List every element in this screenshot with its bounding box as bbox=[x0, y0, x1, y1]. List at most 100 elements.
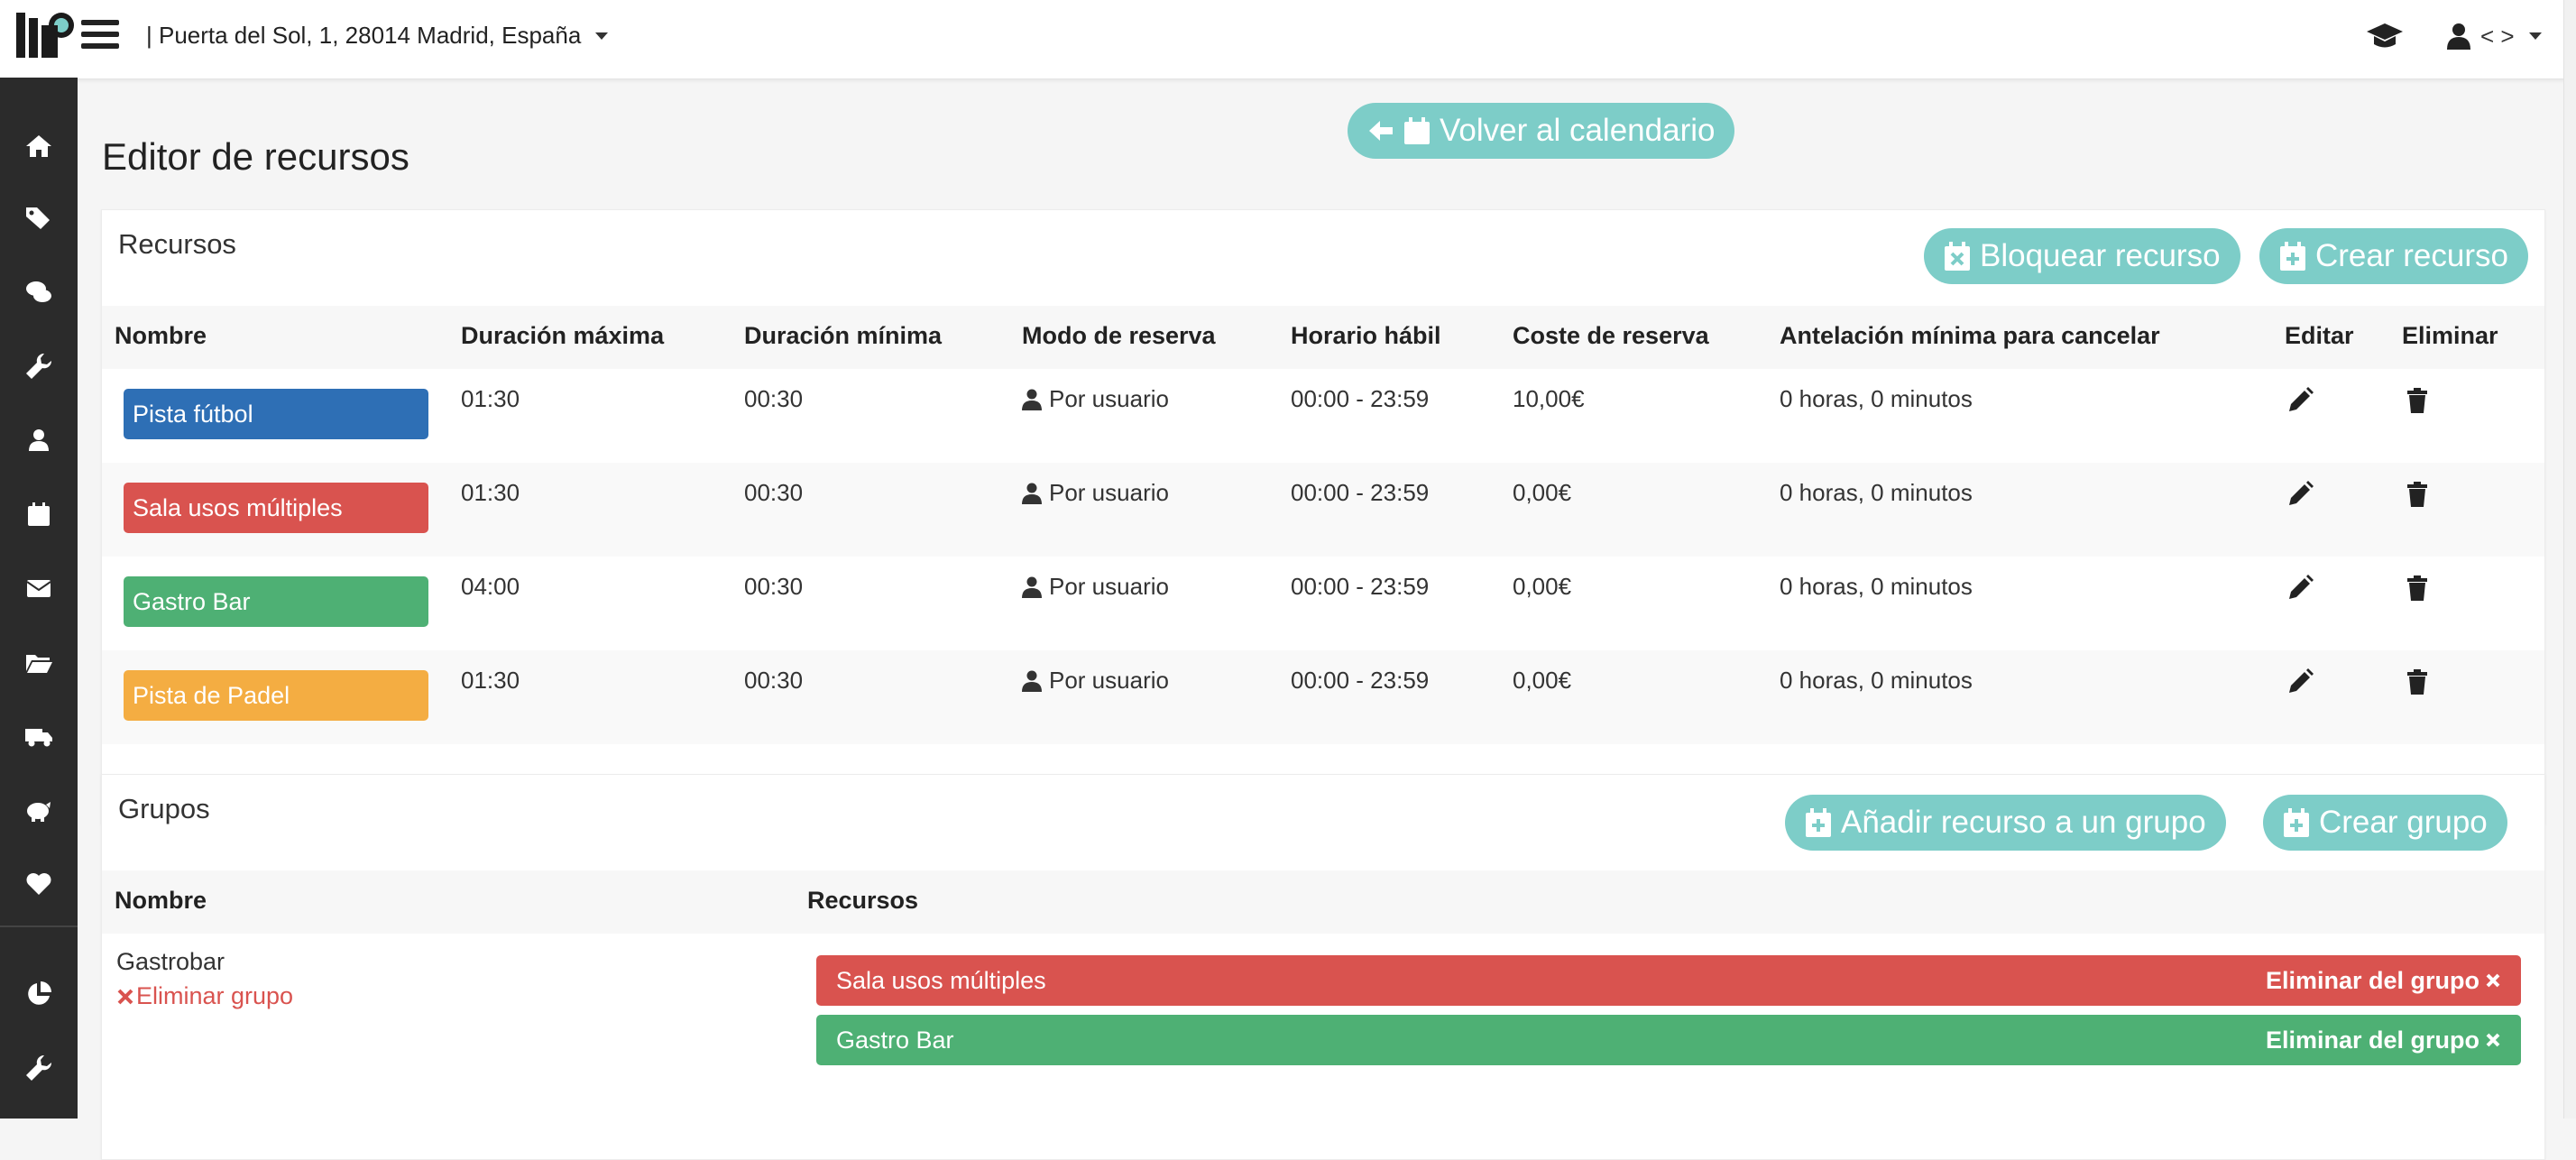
edit-pencil-icon[interactable] bbox=[2286, 575, 2314, 602]
booking-mode: Por usuario bbox=[1022, 385, 1169, 413]
remove-from-group-label: Eliminar del grupo bbox=[2265, 966, 2479, 994]
booking-cost: 0,00€ bbox=[1513, 479, 1572, 506]
resource-badge[interactable]: Gastro Bar bbox=[124, 576, 428, 627]
booking-mode-label: Por usuario bbox=[1049, 385, 1169, 412]
booking-mode-label: Por usuario bbox=[1049, 667, 1169, 694]
resource-badge[interactable]: Pista fútbol bbox=[124, 389, 428, 439]
resources-title: Recursos bbox=[118, 228, 236, 260]
trash-icon[interactable] bbox=[2404, 668, 2431, 695]
arrow-left-icon bbox=[1369, 121, 1393, 141]
back-to-calendar-label: Volver al calendario bbox=[1440, 113, 1716, 148]
back-to-calendar-button[interactable]: Volver al calendario bbox=[1348, 103, 1735, 159]
users-icon[interactable] bbox=[0, 408, 78, 473]
booking-mode: Por usuario bbox=[1022, 479, 1169, 507]
wrench-icon[interactable] bbox=[0, 334, 78, 399]
table-row: Gastrobar Eliminar grupo Sala usos múlti… bbox=[102, 934, 2544, 1132]
resource-badge[interactable]: Pista de Padel bbox=[124, 670, 428, 721]
column-header: Eliminar bbox=[2402, 322, 2498, 349]
create-resource-button[interactable]: Crear recurso bbox=[2259, 228, 2528, 284]
menu-toggle-icon[interactable] bbox=[81, 20, 119, 52]
delete-group-link[interactable]: Eliminar grupo bbox=[116, 982, 293, 1010]
group-member-name: Sala usos múltiples bbox=[836, 966, 1046, 994]
column-header: Duración mínima bbox=[744, 322, 943, 349]
user-icon bbox=[1022, 389, 1042, 410]
resource-badge[interactable]: Sala usos múltiples bbox=[124, 483, 428, 533]
edit-pencil-icon[interactable] bbox=[2286, 387, 2314, 414]
cancel-notice: 0 horas, 0 minutos bbox=[1780, 479, 1973, 506]
business-hours: 00:00 - 23:59 bbox=[1291, 667, 1430, 694]
create-group-label: Crear grupo bbox=[2319, 805, 2488, 840]
graduation-cap-icon[interactable] bbox=[2367, 20, 2403, 52]
group-member-chip: Sala usos múltiples Eliminar del grupo bbox=[816, 955, 2521, 1006]
folder-open-icon[interactable] bbox=[0, 630, 78, 695]
block-resource-button[interactable]: Bloquear recurso bbox=[1924, 228, 2240, 284]
user-icon bbox=[1022, 576, 1042, 598]
envelope-icon[interactable] bbox=[0, 556, 78, 621]
trash-icon[interactable] bbox=[2404, 387, 2431, 414]
min-duration: 00:30 bbox=[744, 573, 804, 600]
location-selector[interactable]: | Puerta del Sol, 1, 28014 Madrid, Españ… bbox=[146, 22, 609, 50]
main-content: Editor de recursos Volver al calendario … bbox=[78, 79, 2563, 1160]
tags-icon[interactable] bbox=[0, 186, 78, 251]
column-header: Editar bbox=[2285, 322, 2354, 349]
truck-icon[interactable] bbox=[0, 704, 78, 769]
column-header: Nombre bbox=[115, 322, 207, 349]
scrollbar[interactable] bbox=[2563, 0, 2576, 1119]
block-resource-label: Bloquear recurso bbox=[1980, 238, 2221, 273]
booking-cost: 10,00€ bbox=[1513, 385, 1585, 412]
trash-icon[interactable] bbox=[2404, 481, 2431, 508]
max-duration: 01:30 bbox=[461, 479, 520, 506]
max-duration: 01:30 bbox=[461, 667, 520, 694]
edit-pencil-icon[interactable] bbox=[2286, 481, 2314, 508]
calendar-icon[interactable] bbox=[0, 482, 78, 547]
cancel-notice: 0 horas, 0 minutos bbox=[1780, 573, 1973, 600]
min-duration: 00:30 bbox=[744, 479, 804, 506]
column-header: Antelación mínima para cancelar bbox=[1780, 322, 2160, 349]
groups-title: Grupos bbox=[118, 793, 210, 824]
pie-chart-icon[interactable] bbox=[0, 962, 78, 1027]
column-header: Horario hábil bbox=[1291, 322, 1441, 349]
column-header: Recursos bbox=[807, 887, 919, 914]
column-header: Nombre bbox=[115, 887, 207, 914]
column-header: Duración máxima bbox=[461, 322, 665, 349]
min-duration: 00:30 bbox=[744, 667, 804, 694]
app-logo[interactable] bbox=[14, 9, 76, 60]
calendar-times-icon bbox=[1945, 242, 1970, 271]
heart-icon[interactable] bbox=[0, 852, 78, 916]
column-header: Coste de reserva bbox=[1513, 322, 1709, 349]
groups-panel: Grupos Añadir recurso a un grupo Crear g… bbox=[101, 774, 2545, 1160]
group-member-chip: Gastro Bar Eliminar del grupo bbox=[816, 1015, 2521, 1065]
min-duration: 00:30 bbox=[744, 385, 804, 412]
close-icon bbox=[2486, 1033, 2500, 1047]
table-row: Gastro Bar 04:00 00:30 Por usuario 00:00… bbox=[102, 557, 2544, 650]
add-resource-to-group-button[interactable]: Añadir recurso a un grupo bbox=[1785, 795, 2226, 851]
booking-mode: Por usuario bbox=[1022, 667, 1169, 695]
create-group-button[interactable]: Crear grupo bbox=[2263, 795, 2507, 851]
cancel-notice: 0 horas, 0 minutos bbox=[1780, 667, 1973, 694]
user-menu[interactable]: < > bbox=[2446, 18, 2542, 54]
booking-cost: 0,00€ bbox=[1513, 667, 1572, 694]
calendar-icon bbox=[1404, 117, 1430, 144]
group-member-name: Gastro Bar bbox=[836, 1026, 954, 1054]
comments-icon[interactable] bbox=[0, 260, 78, 325]
tools-icon[interactable] bbox=[0, 1036, 78, 1100]
cancel-notice: 0 horas, 0 minutos bbox=[1780, 385, 1973, 412]
groups-table-header: Nombre Recursos bbox=[102, 870, 2544, 934]
booking-mode-label: Por usuario bbox=[1049, 573, 1169, 600]
max-duration: 01:30 bbox=[461, 385, 520, 412]
create-resource-label: Crear recurso bbox=[2315, 238, 2508, 273]
remove-from-group-link[interactable]: Eliminar del grupo bbox=[2266, 1027, 2501, 1054]
edit-pencil-icon[interactable] bbox=[2286, 668, 2314, 695]
trash-icon[interactable] bbox=[2404, 575, 2431, 602]
calendar-plus-icon bbox=[1806, 808, 1831, 837]
table-row: Pista fútbol 01:30 00:30 Por usuario 00:… bbox=[102, 369, 2544, 463]
booking-mode-label: Por usuario bbox=[1049, 479, 1169, 506]
top-bar: | Puerta del Sol, 1, 28014 Madrid, Españ… bbox=[0, 0, 2576, 79]
table-row: Sala usos múltiples 01:30 00:30 Por usua… bbox=[102, 463, 2544, 557]
remove-from-group-label: Eliminar del grupo bbox=[2265, 1026, 2479, 1054]
close-icon bbox=[117, 989, 133, 1004]
sidebar-divider bbox=[0, 925, 78, 927]
piggy-bank-icon[interactable] bbox=[0, 778, 78, 842]
home-icon[interactable] bbox=[0, 114, 78, 179]
remove-from-group-link[interactable]: Eliminar del grupo bbox=[2266, 967, 2501, 995]
